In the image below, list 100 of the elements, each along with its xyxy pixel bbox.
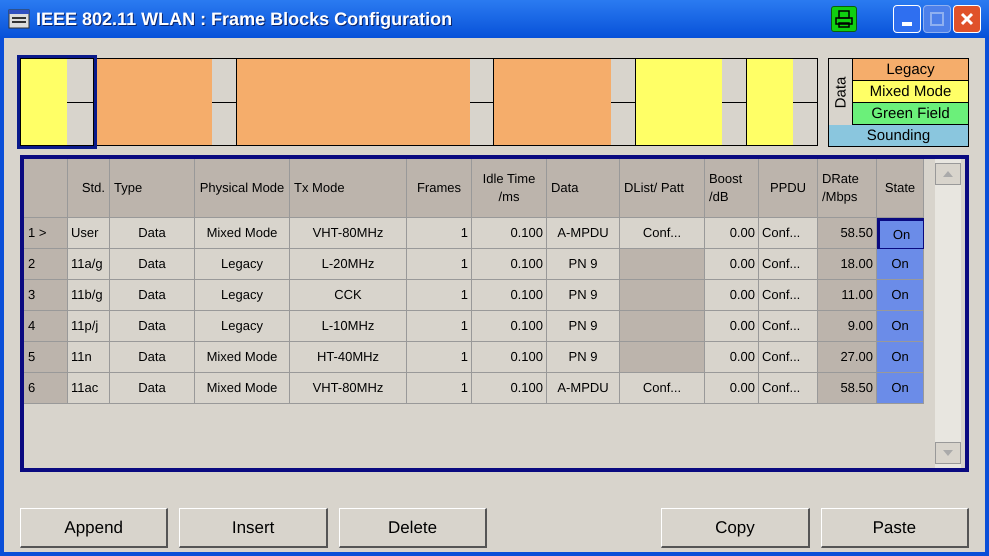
- standard-cell[interactable]: 11b/g: [68, 280, 110, 311]
- column-header[interactable]: DList/ Patt: [620, 159, 705, 218]
- standard-cell[interactable]: 11p/j: [68, 311, 110, 342]
- frame-block[interactable]: [94, 58, 237, 146]
- type-cell[interactable]: Data: [110, 373, 195, 404]
- action-button[interactable]: Delete: [338, 508, 488, 548]
- column-header[interactable]: Type: [110, 159, 195, 218]
- physical-mode-cell[interactable]: Mixed Mode: [195, 218, 290, 249]
- row-header[interactable]: 1 >: [24, 218, 68, 249]
- state-cell[interactable]: On: [877, 373, 924, 404]
- idle-time-cell[interactable]: 0.100: [472, 280, 547, 311]
- type-cell[interactable]: Data: [110, 249, 195, 280]
- action-button[interactable]: Copy: [661, 508, 810, 548]
- physical-mode-cell[interactable]: Legacy: [195, 280, 290, 311]
- row-header[interactable]: 4: [24, 311, 68, 342]
- close-button[interactable]: [953, 5, 981, 33]
- standard-cell[interactable]: 11ac: [68, 373, 110, 404]
- idle-time-cell[interactable]: 0.100: [472, 311, 547, 342]
- data-source-cell[interactable]: PN 9: [547, 342, 620, 373]
- minimize-button[interactable]: [893, 5, 921, 33]
- type-cell[interactable]: Data: [110, 218, 195, 249]
- frames-cell[interactable]: 1: [407, 280, 472, 311]
- row-header[interactable]: 5: [24, 342, 68, 373]
- tx-mode-cell[interactable]: HT-40MHz: [290, 342, 407, 373]
- type-cell[interactable]: Data: [110, 280, 195, 311]
- tx-mode-cell[interactable]: VHT-80MHz: [290, 373, 407, 404]
- frames-cell[interactable]: 1: [407, 249, 472, 280]
- data-rate-cell[interactable]: 11.00: [818, 280, 877, 311]
- data-rate-cell[interactable]: 58.50: [818, 218, 877, 249]
- row-header[interactable]: 3: [24, 280, 68, 311]
- frame-block[interactable]: [494, 58, 636, 146]
- row-header[interactable]: 6: [24, 373, 68, 404]
- column-header[interactable]: DRate /Mbps: [818, 159, 877, 218]
- ppdu-cell[interactable]: Conf...: [759, 218, 818, 249]
- tx-mode-cell[interactable]: L-10MHz: [290, 311, 407, 342]
- frame-block[interactable]: [20, 58, 94, 146]
- action-button[interactable]: Append: [20, 508, 168, 548]
- column-header[interactable]: Tx Mode: [290, 159, 407, 218]
- data-rate-cell[interactable]: 9.00: [818, 311, 877, 342]
- action-button[interactable]: Paste: [820, 508, 970, 548]
- ppdu-cell[interactable]: Conf...: [759, 373, 818, 404]
- idle-time-cell[interactable]: 0.100: [472, 342, 547, 373]
- ppdu-cell[interactable]: Conf...: [759, 249, 818, 280]
- type-cell[interactable]: Data: [110, 311, 195, 342]
- dlist-cell[interactable]: Conf...: [620, 218, 705, 249]
- ppdu-cell[interactable]: Conf...: [759, 280, 818, 311]
- idle-time-cell[interactable]: 0.100: [472, 218, 547, 249]
- boost-cell[interactable]: 0.00: [705, 280, 759, 311]
- data-source-cell[interactable]: A-MPDU: [547, 218, 620, 249]
- column-header[interactable]: Idle Time /ms: [472, 159, 547, 218]
- data-rate-cell[interactable]: 18.00: [818, 249, 877, 280]
- boost-cell[interactable]: 0.00: [705, 311, 759, 342]
- idle-time-cell[interactable]: 0.100: [472, 249, 547, 280]
- frames-cell[interactable]: 1: [407, 342, 472, 373]
- standard-cell[interactable]: 11n: [68, 342, 110, 373]
- frame-block[interactable]: [747, 58, 818, 146]
- data-source-cell[interactable]: PN 9: [547, 311, 620, 342]
- physical-mode-cell[interactable]: Legacy: [195, 311, 290, 342]
- column-header[interactable]: Data: [547, 159, 620, 218]
- state-cell[interactable]: On: [877, 218, 924, 249]
- standard-cell[interactable]: User: [68, 218, 110, 249]
- type-cell[interactable]: Data: [110, 342, 195, 373]
- column-header[interactable]: Frames: [407, 159, 472, 218]
- physical-mode-cell[interactable]: Legacy: [195, 249, 290, 280]
- ppdu-cell[interactable]: Conf...: [759, 342, 818, 373]
- dlist-cell[interactable]: Conf...: [620, 373, 705, 404]
- tx-mode-cell[interactable]: L-20MHz: [290, 249, 407, 280]
- data-rate-cell[interactable]: 27.00: [818, 342, 877, 373]
- frames-cell[interactable]: 1: [407, 373, 472, 404]
- data-source-cell[interactable]: PN 9: [547, 280, 620, 311]
- idle-time-cell[interactable]: 0.100: [472, 373, 547, 404]
- print-button[interactable]: [831, 6, 857, 32]
- boost-cell[interactable]: 0.00: [705, 249, 759, 280]
- state-cell[interactable]: On: [877, 342, 924, 373]
- physical-mode-cell[interactable]: Mixed Mode: [195, 342, 290, 373]
- column-header[interactable]: Physical Mode: [195, 159, 290, 218]
- action-button[interactable]: Insert: [179, 508, 328, 548]
- boost-cell[interactable]: 0.00: [705, 342, 759, 373]
- standard-cell[interactable]: 11a/g: [68, 249, 110, 280]
- data-rate-cell[interactable]: 58.50: [818, 373, 877, 404]
- frames-cell[interactable]: 1: [407, 218, 472, 249]
- row-header[interactable]: 2: [24, 249, 68, 280]
- frame-block[interactable]: [636, 58, 747, 146]
- state-cell[interactable]: On: [877, 280, 924, 311]
- frames-cell[interactable]: 1: [407, 311, 472, 342]
- column-header[interactable]: State: [877, 159, 924, 218]
- state-cell[interactable]: On: [877, 249, 924, 280]
- boost-cell[interactable]: 0.00: [705, 218, 759, 249]
- column-header[interactable]: Boost /dB: [705, 159, 759, 218]
- data-source-cell[interactable]: A-MPDU: [547, 373, 620, 404]
- frame-block[interactable]: [237, 58, 494, 146]
- tx-mode-cell[interactable]: CCK: [290, 280, 407, 311]
- column-header[interactable]: Std.: [68, 159, 110, 218]
- ppdu-cell[interactable]: Conf...: [759, 311, 818, 342]
- column-header[interactable]: PPDU: [759, 159, 818, 218]
- tx-mode-cell[interactable]: VHT-80MHz: [290, 218, 407, 249]
- physical-mode-cell[interactable]: Mixed Mode: [195, 373, 290, 404]
- state-cell[interactable]: On: [877, 311, 924, 342]
- boost-cell[interactable]: 0.00: [705, 373, 759, 404]
- data-source-cell[interactable]: PN 9: [547, 249, 620, 280]
